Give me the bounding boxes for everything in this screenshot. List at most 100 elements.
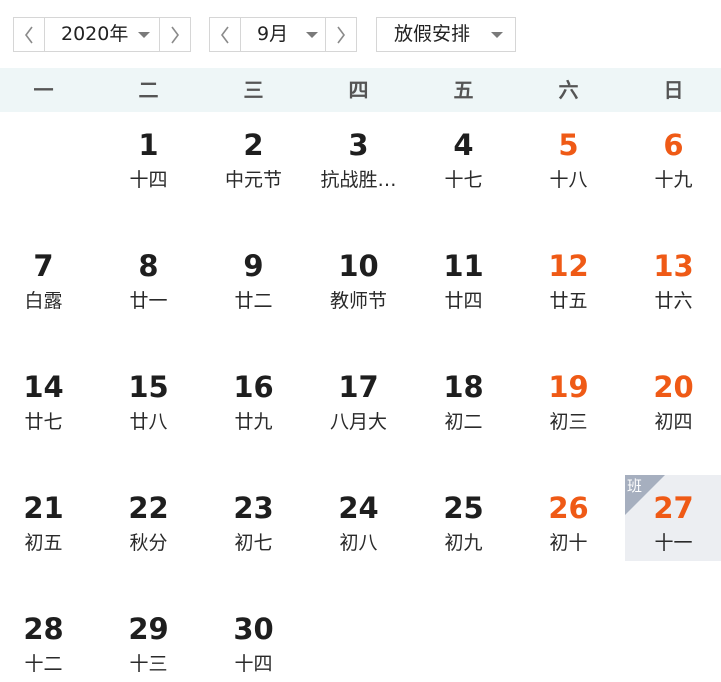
day-cell[interactable]: 班 27 十一 xyxy=(625,475,721,561)
day-number: 6 xyxy=(663,128,684,162)
lunar-date-label: 初八 xyxy=(339,532,378,554)
lunar-date-label: 初二 xyxy=(444,411,483,433)
lunar-date-label: 十二 xyxy=(24,653,63,675)
prev-month-button[interactable] xyxy=(210,18,241,51)
day-cell[interactable]: 23 初七 xyxy=(205,475,302,561)
lunar-date-label: 廿二 xyxy=(234,290,273,312)
day-cell[interactable]: 29 十三 xyxy=(100,596,197,682)
day-cell[interactable]: 12 廿五 xyxy=(520,233,617,319)
day-number: 26 xyxy=(548,491,589,525)
day-cell[interactable]: 3 抗战胜… xyxy=(310,112,407,198)
day-cell[interactable]: 25 初九 xyxy=(415,475,512,561)
day-number: 19 xyxy=(548,370,589,404)
day-cell[interactable]: 10 教师节 xyxy=(310,233,407,319)
day-cell[interactable]: 5 十八 xyxy=(520,112,617,198)
holiday-schedule-label: 放假安排 xyxy=(394,23,471,45)
lunar-date-label: 初五 xyxy=(24,532,63,554)
year-dropdown[interactable]: 2020年 xyxy=(44,18,160,51)
day-cell[interactable]: 24 初八 xyxy=(310,475,407,561)
day-cell[interactable]: 17 八月大 xyxy=(310,354,407,440)
day-cell[interactable]: 28 十二 xyxy=(0,596,92,682)
lunar-date-label: 廿九 xyxy=(234,411,273,433)
day-number: 18 xyxy=(443,370,484,404)
lunar-date-label: 初四 xyxy=(654,411,693,433)
day-cell[interactable]: 4 十七 xyxy=(415,112,512,198)
day-number: 10 xyxy=(338,249,379,283)
chevron-right-icon xyxy=(171,26,179,43)
day-number: 5 xyxy=(558,128,579,162)
prev-year-button[interactable] xyxy=(14,18,45,51)
day-cell[interactable]: 14 廿七 xyxy=(0,354,92,440)
lunar-date-label: 廿六 xyxy=(654,290,693,312)
day-number: 30 xyxy=(233,612,274,646)
day-number: 15 xyxy=(128,370,169,404)
day-number: 11 xyxy=(443,249,484,283)
day-number: 4 xyxy=(453,128,474,162)
day-number: 7 xyxy=(33,249,54,283)
day-cell[interactable]: 8 廿一 xyxy=(100,233,197,319)
lunar-date-label: 教师节 xyxy=(329,290,387,312)
lunar-date-label: 廿五 xyxy=(549,290,588,312)
calendar-toolbar: 2020年 9月 放假安排 xyxy=(0,0,721,68)
caret-down-icon xyxy=(138,32,150,38)
day-cell[interactable]: 16 廿九 xyxy=(205,354,302,440)
day-cell[interactable]: 13 廿六 xyxy=(625,233,721,319)
day-number: 24 xyxy=(338,491,379,525)
next-year-button[interactable] xyxy=(159,18,190,51)
day-cell[interactable]: 18 初二 xyxy=(415,354,512,440)
weekday-label: 六 xyxy=(558,78,579,102)
day-number: 27 xyxy=(653,491,694,525)
lunar-date-label: 十三 xyxy=(129,653,168,675)
holiday-schedule-dropdown[interactable]: 放假安排 xyxy=(376,17,516,52)
day-number: 25 xyxy=(443,491,484,525)
day-number: 16 xyxy=(233,370,274,404)
day-cell[interactable]: 30 十四 xyxy=(205,596,302,682)
day-number: 28 xyxy=(23,612,64,646)
month-dropdown[interactable]: 9月 xyxy=(240,18,326,51)
weekday-label: 五 xyxy=(453,78,474,102)
day-number: 20 xyxy=(653,370,694,404)
lunar-date-label: 廿八 xyxy=(129,411,168,433)
lunar-date-label: 初九 xyxy=(444,532,483,554)
day-number: 3 xyxy=(348,128,369,162)
day-cell[interactable]: 19 初三 xyxy=(520,354,617,440)
day-number: 23 xyxy=(233,491,274,525)
year-label: 2020年 xyxy=(61,23,129,45)
day-number: 1 xyxy=(138,128,159,162)
lunar-date-label: 廿七 xyxy=(24,411,63,433)
lunar-date-label: 十九 xyxy=(654,169,693,191)
day-number: 22 xyxy=(128,491,169,525)
lunar-date-label: 十八 xyxy=(549,169,588,191)
day-cell[interactable]: 7 白露 xyxy=(0,233,92,319)
day-cell[interactable]: 26 初十 xyxy=(520,475,617,561)
day-cell[interactable]: 20 初四 xyxy=(625,354,721,440)
day-cell[interactable]: 22 秋分 xyxy=(100,475,197,561)
day-cell[interactable]: 11 廿四 xyxy=(415,233,512,319)
lunar-date-label: 抗战胜… xyxy=(320,169,397,191)
day-number: 2 xyxy=(243,128,264,162)
lunar-date-label: 八月大 xyxy=(329,411,387,433)
day-cell[interactable]: 21 初五 xyxy=(0,475,92,561)
weekday-label: 日 xyxy=(663,78,684,102)
day-cell[interactable]: 1 十四 xyxy=(100,112,197,198)
weekday-header: 一二三四五六日 xyxy=(0,68,721,112)
day-number: 9 xyxy=(243,249,264,283)
day-cell[interactable]: 6 十九 xyxy=(625,112,721,198)
day-number: 14 xyxy=(23,370,64,404)
weekday-label: 三 xyxy=(243,78,264,102)
day-cell[interactable]: 2 中元节 xyxy=(205,112,302,198)
month-label: 9月 xyxy=(257,23,289,45)
day-number: 17 xyxy=(338,370,379,404)
lunar-date-label: 中元节 xyxy=(224,169,282,191)
day-cell[interactable]: 15 廿八 xyxy=(100,354,197,440)
day-cell[interactable]: 9 廿二 xyxy=(205,233,302,319)
lunar-date-label: 初十 xyxy=(549,532,588,554)
lunar-date-label: 十四 xyxy=(129,169,168,191)
chevron-left-icon xyxy=(221,26,229,43)
day-number: 21 xyxy=(23,491,64,525)
next-month-button[interactable] xyxy=(325,18,356,51)
lunar-date-label: 十一 xyxy=(654,532,693,554)
year-selector: 2020年 xyxy=(13,17,191,52)
month-selector: 9月 xyxy=(209,17,357,52)
day-number: 12 xyxy=(548,249,589,283)
